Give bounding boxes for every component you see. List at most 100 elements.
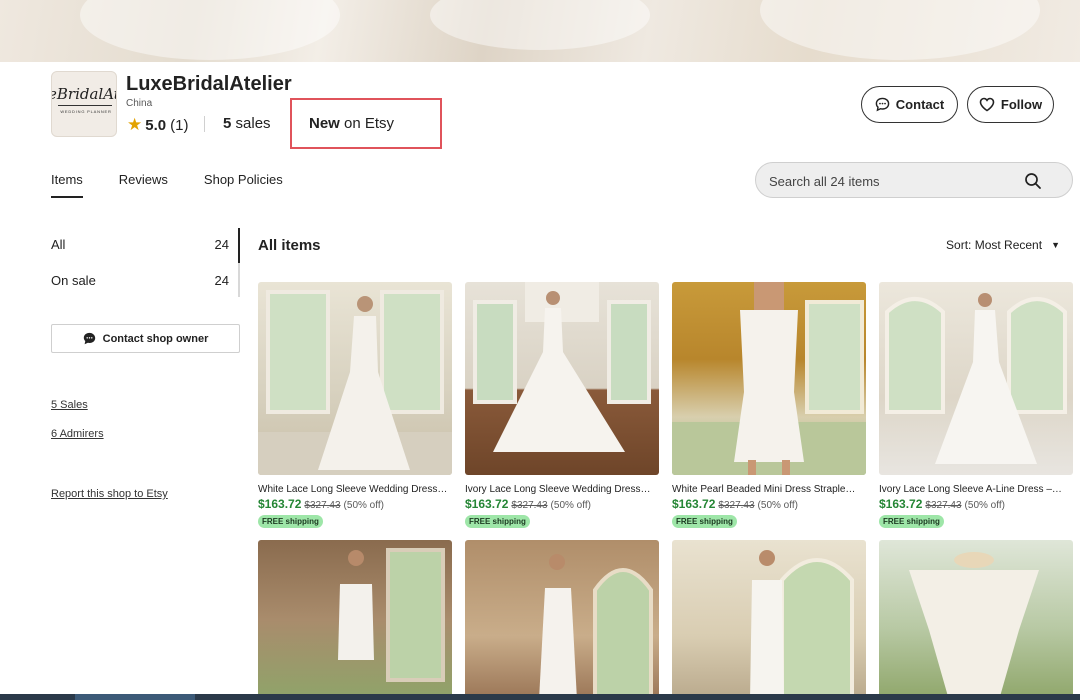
listing-image[interactable] <box>879 540 1073 700</box>
discount: (50% off) <box>964 500 1005 511</box>
discount: (50% off) <box>550 500 591 511</box>
shop-banner <box>0 0 1080 62</box>
sales-link[interactable]: 5 Sales <box>51 399 88 411</box>
listing-title[interactable]: White Lace Long Sleeve Wedding Dress… <box>258 484 452 495</box>
shop-sales: 5 sales <box>223 115 271 132</box>
dress-photo <box>672 282 866 475</box>
free-shipping-badge: FREE shipping <box>879 515 944 528</box>
rating-score: 5.0 <box>145 116 167 134</box>
contact-button[interactable]: Contact <box>861 86 958 123</box>
banner-decoration <box>430 0 650 50</box>
follow-button[interactable]: Follow <box>967 86 1054 123</box>
dress-photo <box>258 290 452 475</box>
contact-label: Contact <box>895 97 945 112</box>
banner-decoration <box>80 0 340 60</box>
sidebar-item-count: 24 <box>214 237 229 252</box>
dress-photo <box>750 550 854 700</box>
dress-photo <box>338 548 445 682</box>
free-shipping-badge: FREE shipping <box>672 515 737 528</box>
shop-search-input[interactable]: Search all 24 items <box>755 162 1073 198</box>
sidebar-active-indicator <box>238 228 240 263</box>
original-price: $327.43 <box>304 500 341 511</box>
tab-items[interactable]: Items <box>51 172 83 198</box>
original-price: $327.43 <box>511 500 548 511</box>
sales-count: 5 <box>223 115 232 132</box>
admirers-link[interactable]: 6 Admirers <box>51 428 104 440</box>
banner-decoration <box>760 0 1040 60</box>
listing-image[interactable] <box>879 282 1073 475</box>
new-label: New <box>309 115 340 132</box>
listing-title[interactable]: Ivory Lace Long Sleeve A-Line Dress –… <box>879 484 1073 495</box>
sale-price: $163.72 <box>879 497 923 511</box>
listing-image[interactable] <box>258 282 452 475</box>
sidebar-item-count: 24 <box>214 273 229 288</box>
new-on-etsy: New on Etsy <box>309 115 394 132</box>
shop-location: China <box>126 98 153 109</box>
dress-photo <box>885 293 1067 464</box>
shop-logo[interactable]: eBridalAte WEDDING PLANNER <box>51 71 117 137</box>
chat-icon <box>875 97 890 112</box>
contact-shop-owner-button[interactable]: Contact shop owner <box>51 324 240 353</box>
listing-card[interactable]: White Lace Long Sleeve Wedding Dress… $1… <box>258 282 452 529</box>
heart-icon <box>979 97 995 112</box>
listing-image[interactable] <box>465 282 659 475</box>
search-placeholder: Search all 24 items <box>769 174 880 189</box>
tab-shop-policies[interactable]: Shop Policies <box>204 172 283 197</box>
price-row: $163.72 $327.43 (50% off) <box>672 497 866 511</box>
free-shipping-badge: FREE shipping <box>258 515 323 528</box>
rating-count: (1) <box>170 116 189 134</box>
listing-image[interactable] <box>672 282 866 475</box>
discount: (50% off) <box>757 500 798 511</box>
contact-owner-label: Contact shop owner <box>102 332 209 345</box>
shop-name: LuxeBridalAtelier <box>126 73 292 95</box>
sort-dropdown[interactable]: Sort: Most Recent ▼ <box>946 238 1060 252</box>
chat-icon <box>83 332 95 345</box>
star-icon: ★ <box>127 115 143 134</box>
dress-photo <box>909 552 1039 700</box>
follow-label: Follow <box>1000 97 1043 112</box>
dress-photo <box>539 554 653 700</box>
taskbar-item[interactable] <box>75 694 195 700</box>
sidebar-item-label: On sale <box>51 273 96 288</box>
sidebar-item-label: All <box>51 237 66 252</box>
dress-photo <box>473 282 651 452</box>
listing-image[interactable] <box>258 540 452 700</box>
listing-title[interactable]: White Pearl Beaded Mini Dress Straple… <box>672 484 866 495</box>
free-shipping-badge: FREE shipping <box>465 515 530 528</box>
price-row: $163.72 $327.43 (50% off) <box>879 497 1073 511</box>
listing-card[interactable] <box>258 540 452 700</box>
listing-image[interactable] <box>465 540 659 700</box>
sale-price: $163.72 <box>465 497 509 511</box>
original-price: $327.43 <box>925 500 962 511</box>
shop-rating[interactable]: ★ 5.0 (1) <box>127 115 188 135</box>
listing-image[interactable] <box>672 540 866 700</box>
sidebar-item-on-sale[interactable]: On sale 24 <box>51 273 239 288</box>
listing-heading: All items <box>258 237 321 254</box>
discount: (50% off) <box>343 500 384 511</box>
sidebar-divider <box>238 263 240 297</box>
price-row: $163.72 $327.43 (50% off) <box>465 497 659 511</box>
listing-card[interactable]: Ivory Lace Long Sleeve Wedding Dress… $1… <box>465 282 659 529</box>
listing-card[interactable] <box>879 540 1073 700</box>
listing-card[interactable] <box>672 540 866 700</box>
tab-reviews[interactable]: Reviews <box>119 172 168 197</box>
listing-title[interactable]: Ivory Lace Long Sleeve Wedding Dress… <box>465 484 659 495</box>
header-divider <box>204 116 205 132</box>
sales-label: sales <box>235 115 271 132</box>
search-icon[interactable] <box>1024 172 1042 190</box>
price-row: $163.72 $327.43 (50% off) <box>258 497 452 511</box>
sale-price: $163.72 <box>672 497 716 511</box>
listing-card[interactable] <box>465 540 659 700</box>
listing-card[interactable]: Ivory Lace Long Sleeve A-Line Dress –… $… <box>879 282 1073 529</box>
logo-divider <box>58 105 112 106</box>
taskbar <box>0 694 1080 700</box>
caret-down-icon: ▼ <box>1051 240 1060 250</box>
sale-price: $163.72 <box>258 497 302 511</box>
logo-text: eBridalAte <box>51 85 116 103</box>
logo-subtext: WEDDING PLANNER <box>60 109 112 114</box>
new-suffix: on Etsy <box>344 115 395 132</box>
sidebar-item-all[interactable]: All 24 <box>51 237 239 252</box>
original-price: $327.43 <box>718 500 755 511</box>
listing-card[interactable]: White Pearl Beaded Mini Dress Straple… $… <box>672 282 866 529</box>
report-shop-link[interactable]: Report this shop to Etsy <box>51 488 168 500</box>
